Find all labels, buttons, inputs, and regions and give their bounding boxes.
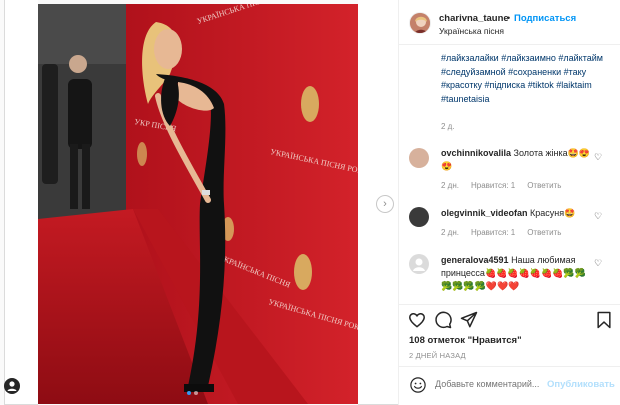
comment-reply-button[interactable]: Ответить (527, 181, 561, 190)
publish-comment-button[interactable]: Опубликовать (547, 379, 615, 390)
carousel-dot (194, 391, 198, 395)
comment-time[interactable]: 2 дн. (441, 228, 459, 237)
comment-likes[interactable]: Нравится: 1 (471, 181, 515, 190)
comment-like-icon[interactable]: ♡ (594, 152, 602, 163)
comment: ovchinnikovalila Золота жінка🤩😍😍 (441, 147, 591, 173)
caption-time[interactable]: 2 д. (441, 122, 455, 131)
separator-dot: • (507, 13, 511, 23)
photo-column: УКРАЇНСЬКА ПІСНЯ УКРАЇНСЬКА ПІСНЯ РОКУ У… (38, 0, 358, 405)
comment-text: Красуня🤩 (530, 208, 576, 218)
bookmark-icon[interactable] (594, 310, 614, 330)
heart-icon[interactable] (407, 310, 427, 330)
author-avatar[interactable] (409, 12, 431, 34)
share-icon[interactable] (459, 310, 479, 330)
follow-button[interactable]: Подписаться (514, 13, 576, 24)
comment-like-icon[interactable]: ♡ (594, 211, 602, 222)
comment-input[interactable] (435, 379, 555, 389)
user-account-icon[interactable] (4, 378, 20, 394)
post-actions (399, 310, 620, 332)
comment-icon[interactable] (433, 310, 453, 330)
avatar-image (410, 13, 430, 33)
carousel-dot (187, 391, 191, 395)
likes-count[interactable]: 108 отметок "Нравится" (409, 335, 522, 346)
comment-username[interactable]: olegvinnik_videofan (441, 208, 528, 218)
default-avatar-icon (413, 258, 425, 271)
comment-username[interactable]: generalova4591 (441, 255, 509, 265)
comment-likes[interactable]: Нравится: 1 (471, 228, 515, 237)
post-location[interactable]: Українська пісня (439, 26, 504, 36)
photo-illustration: УКРАЇНСЬКА ПІСНЯ УКРАЇНСЬКА ПІСНЯ РОКУ У… (38, 4, 358, 404)
person-icon (7, 381, 17, 391)
author-username[interactable]: charivna_taune (439, 13, 509, 24)
comment-meta: 2 дн. Нравится: 1 Ответить (441, 181, 561, 190)
comment-avatar[interactable] (409, 207, 429, 227)
add-comment-bar: Опубликовать (399, 366, 620, 405)
comment: olegvinnik_videofan Красуня🤩 (441, 207, 591, 220)
post-sidebar: charivna_taune • Подписаться Українська … (398, 0, 620, 405)
comment: generalova4591 Наша любимая принцесса🍓🍓🍓… (441, 254, 591, 293)
comment-meta: 2 дн. Нравится: 1 Ответить (441, 228, 561, 237)
emoji-icon[interactable] (409, 376, 427, 394)
post-header: charivna_taune • Подписаться Українська … (399, 0, 620, 44)
comment-reply-button[interactable]: Ответить (527, 228, 561, 237)
comment-avatar[interactable] (409, 254, 429, 274)
caption-hashtags[interactable]: #лайкзалайки #лайкзаимно #лайктайм #след… (441, 52, 615, 106)
comment-like-icon[interactable]: ♡ (594, 258, 602, 269)
comment-avatar[interactable] (409, 148, 429, 168)
next-photo-button[interactable]: › (376, 195, 394, 213)
post-date[interactable]: 2 ДНЕЙ НАЗАД (409, 351, 466, 360)
comment-time[interactable]: 2 дн. (441, 181, 459, 190)
comment-username[interactable]: ovchinnikovalila (441, 148, 511, 158)
divider (399, 44, 620, 45)
post-photo[interactable]: УКРАЇНСЬКА ПІСНЯ УКРАЇНСЬКА ПІСНЯ РОКУ У… (38, 4, 358, 404)
carousel-dots (187, 391, 198, 395)
divider (399, 304, 620, 305)
